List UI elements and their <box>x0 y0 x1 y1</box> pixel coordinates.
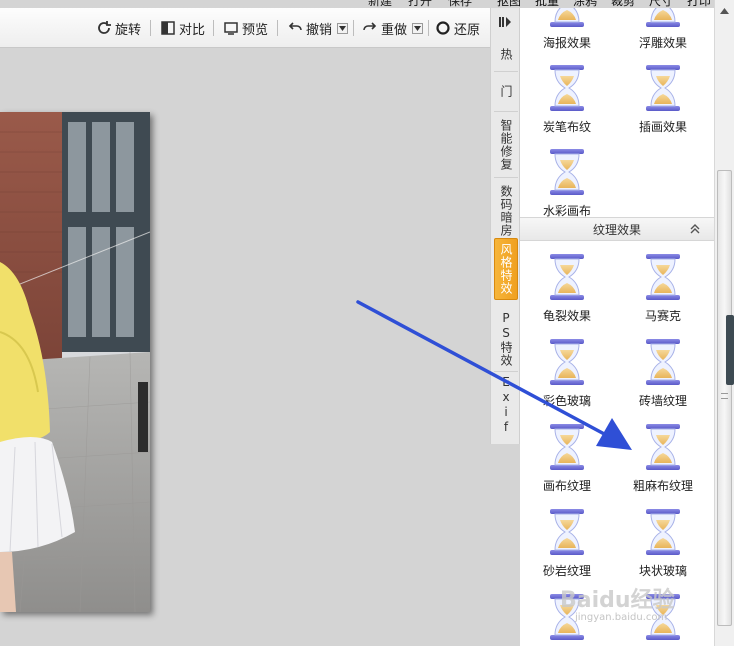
rotate-label: 旋转 <box>115 22 142 38</box>
hourglass-icon <box>547 148 587 196</box>
watermark-url: jingyan.baidu.com <box>575 612 668 623</box>
effect-item-emboss[interactable]: 浮雕效果 <box>618 8 708 60</box>
tab-ps-effects[interactable]: PS特效 <box>494 306 518 372</box>
hourglass-icon <box>643 64 683 112</box>
compare-label: 对比 <box>179 22 206 38</box>
hourglass-icon <box>643 8 683 28</box>
toolbar-separator <box>150 20 151 36</box>
rotate-icon <box>96 20 112 36</box>
redo-button[interactable]: 重做 <box>362 18 424 38</box>
hourglass-icon <box>547 338 587 386</box>
toolbar-separator <box>277 20 278 36</box>
toolbar: 旋转 对比 预览 撤销 重做 还原 <box>0 8 490 48</box>
hourglass-icon <box>547 253 587 301</box>
redo-label: 重做 <box>381 22 408 38</box>
menu-print[interactable]: 打印 <box>680 0 718 8</box>
effect-item-poster[interactable]: 海报效果 <box>522 8 612 60</box>
redo-icon <box>362 20 378 36</box>
effect-item-block-glass[interactable]: 块状玻璃 <box>618 508 708 588</box>
scrollbar-thumb[interactable] <box>717 170 732 626</box>
redo-dropdown-icon[interactable] <box>412 22 424 34</box>
double-chevron-up-icon[interactable] <box>688 222 702 236</box>
restore-icon <box>435 20 451 36</box>
effect-item-watercolor[interactable]: 水彩画布 <box>522 148 612 228</box>
tab-exif[interactable]: Exif <box>494 372 518 438</box>
collapse-panel-button[interactable] <box>491 12 519 32</box>
section-texture-effects[interactable]: 纹理效果 <box>520 217 714 241</box>
hourglass-icon <box>643 253 683 301</box>
effect-item-brick-wall[interactable]: 砖墙纹理 <box>618 338 708 418</box>
preview-button[interactable]: 预览 <box>223 18 268 38</box>
undo-icon <box>287 20 303 36</box>
tab-style-effects[interactable]: 风格特效 <box>494 238 518 300</box>
hourglass-icon <box>643 508 683 556</box>
menu-crop[interactable]: 裁剪 <box>604 0 642 8</box>
hourglass-icon <box>643 423 683 471</box>
hourglass-icon <box>547 64 587 112</box>
canvas-area[interactable] <box>0 48 490 646</box>
menu-batch[interactable]: 批量 <box>528 0 566 8</box>
toolbar-separator <box>353 20 354 36</box>
grip-icon <box>721 393 728 399</box>
menu-cutout[interactable]: 抠图 <box>490 0 528 8</box>
category-tab-strip: 热 门 智能修复 数码暗房 风格特效 PS特效 Exif <box>490 8 520 444</box>
effect-item-charcoal-cloth[interactable]: 炭笔布纹 <box>522 64 612 144</box>
tab-smart-repair[interactable]: 智能修复 <box>494 112 518 178</box>
menu-doodle[interactable]: 涂鸦 <box>566 0 604 8</box>
hourglass-icon <box>547 8 587 28</box>
menu-bar: 抠图 批量 涂鸦 裁剪 尺寸 打印 <box>490 0 734 8</box>
scroll-up-arrow-icon[interactable] <box>717 4 732 18</box>
restore-label: 还原 <box>454 22 481 38</box>
tab-hot-2[interactable]: 门 <box>494 72 518 112</box>
tab-hot[interactable]: 热 <box>494 38 518 72</box>
toolbar-separator <box>213 20 214 36</box>
menu-new[interactable]: 新建 <box>360 0 400 8</box>
undo-button[interactable]: 撤销 <box>287 18 349 38</box>
effect-item-stained-glass[interactable]: 彩色玻璃 <box>522 338 612 418</box>
menu-bar-left: 新建 打开 保存 <box>360 0 490 8</box>
preview-icon <box>223 20 239 36</box>
toolbar-separator <box>428 20 429 36</box>
effect-item-mosaic[interactable]: 马赛克 <box>618 253 708 333</box>
photo-image <box>0 112 150 612</box>
menu-save[interactable]: 保存 <box>440 0 480 8</box>
preview-label: 预览 <box>242 22 269 38</box>
effect-item-sandstone[interactable]: 砂岩纹理 <box>522 508 612 588</box>
effect-item-burlap-texture[interactable]: 粗麻布纹理 <box>618 423 708 503</box>
restore-button[interactable]: 还原 <box>435 18 480 38</box>
hourglass-icon <box>643 338 683 386</box>
rotate-button[interactable]: 旋转 <box>96 18 141 38</box>
undo-label: 撤销 <box>306 22 333 38</box>
collapse-icon <box>499 17 511 27</box>
menu-size[interactable]: 尺寸 <box>642 0 680 8</box>
tab-darkroom[interactable]: 数码暗房 <box>494 178 518 244</box>
undo-dropdown-icon[interactable] <box>337 22 349 34</box>
effect-item-illustration[interactable]: 插画效果 <box>618 64 708 144</box>
hourglass-icon <box>547 423 587 471</box>
effect-item-canvas-texture[interactable]: 画布纹理 <box>522 423 612 503</box>
hourglass-icon <box>547 508 587 556</box>
effects-panel: 海报效果 浮雕效果 炭笔布纹 插画效果 水彩画布 纹理效果 龟裂效果 马赛克 彩… <box>520 8 714 646</box>
effect-item-crackle[interactable]: 龟裂效果 <box>522 253 612 333</box>
menu-open[interactable]: 打开 <box>400 0 440 8</box>
side-handle[interactable] <box>726 315 734 385</box>
compare-icon <box>160 20 176 36</box>
compare-button[interactable]: 对比 <box>160 18 205 38</box>
